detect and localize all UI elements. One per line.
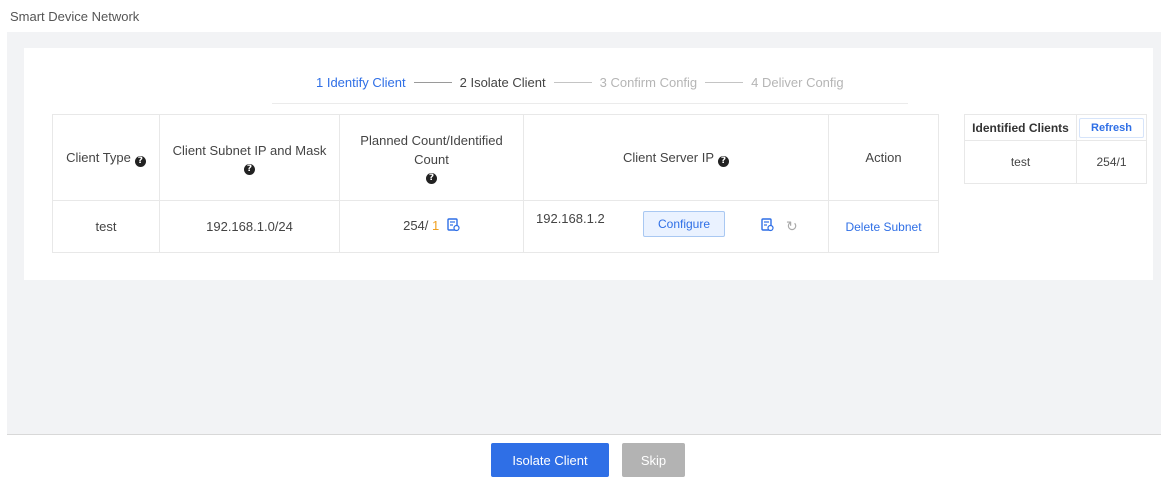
step-confirm-config: 3 Confirm Config <box>599 74 698 90</box>
identified-clients-header: Identified Clients Refresh <box>964 114 1147 141</box>
step-identify-client: 1 Identify Client <box>316 74 406 90</box>
cell-action: Delete Subnet <box>828 200 939 253</box>
identified-clients-title: Identified Clients <box>964 114 1077 141</box>
refresh-icon[interactable]: ↻ <box>786 218 798 235</box>
page-title: Smart Device Network <box>10 9 140 24</box>
identified-count[interactable]: 1 <box>432 218 439 233</box>
cell-client-type: test <box>52 200 160 253</box>
refresh-cell: Refresh <box>1076 114 1147 141</box>
step-isolate-client: 2 Isolate Client <box>459 74 546 90</box>
table-header-row: Client Type? Client Subnet IP and Mask? … <box>52 114 939 201</box>
header-label: Client Subnet IP and Mask <box>172 142 327 158</box>
table-row: test 192.168.1.0/24 254/ 1 192.168.1.2 C… <box>52 200 939 253</box>
skip-button[interactable]: Skip <box>622 443 685 477</box>
step-connector <box>705 81 744 83</box>
cell-count: 254/ 1 <box>339 200 524 253</box>
isolate-client-button[interactable]: Isolate Client <box>491 443 609 477</box>
question-circle-icon[interactable]: ? <box>244 163 255 175</box>
delete-subnet-link[interactable]: Delete Subnet <box>845 220 921 234</box>
header-count: Planned Count/Identified Count? <box>339 114 524 201</box>
stepper-divider <box>272 103 908 104</box>
header-label: Client Type <box>66 150 131 165</box>
identified-clients-table: Identified Clients Refresh test 254/1 <box>964 114 1147 184</box>
table-row: test 254/1 <box>964 140 1147 184</box>
header-subnet: Client Subnet IP and Mask? <box>159 114 340 201</box>
step-connector <box>413 81 452 83</box>
refresh-button[interactable]: Refresh <box>1079 117 1144 138</box>
subnet-table: Client Type? Client Subnet IP and Mask? … <box>52 114 939 253</box>
step-deliver-config: 4 Deliver Config <box>751 74 844 90</box>
header-label: Planned Count/Identified Count <box>360 133 503 167</box>
planned-count: 254/ <box>403 218 429 233</box>
stepper: 1 Identify Client 2 Isolate Client 3 Con… <box>316 73 844 91</box>
identified-client-name: test <box>964 140 1077 184</box>
step-connector <box>553 81 592 83</box>
header-label: Action <box>865 150 902 165</box>
cell-subnet: 192.168.1.0/24 <box>159 200 340 253</box>
question-circle-icon[interactable]: ? <box>718 156 730 167</box>
question-circle-icon[interactable]: ? <box>134 156 146 167</box>
list-detail-icon[interactable] <box>447 218 460 235</box>
header-client-type: Client Type? <box>52 114 160 201</box>
footer-divider <box>7 434 1161 435</box>
header-label: Client Server IP <box>622 150 715 165</box>
cell-server-ip: 192.168.1.2 Configure ↻ <box>523 200 829 253</box>
server-ip-value: 192.168.1.2 <box>536 211 605 226</box>
list-detail-icon[interactable] <box>761 218 774 235</box>
identified-client-count: 254/1 <box>1076 140 1147 184</box>
server-actions: ↻ <box>761 218 798 235</box>
header-action: Action <box>828 114 939 201</box>
header-server-ip: Client Server IP? <box>523 114 829 201</box>
configure-button[interactable]: Configure <box>643 211 725 237</box>
question-circle-icon[interactable]: ? <box>426 173 437 184</box>
